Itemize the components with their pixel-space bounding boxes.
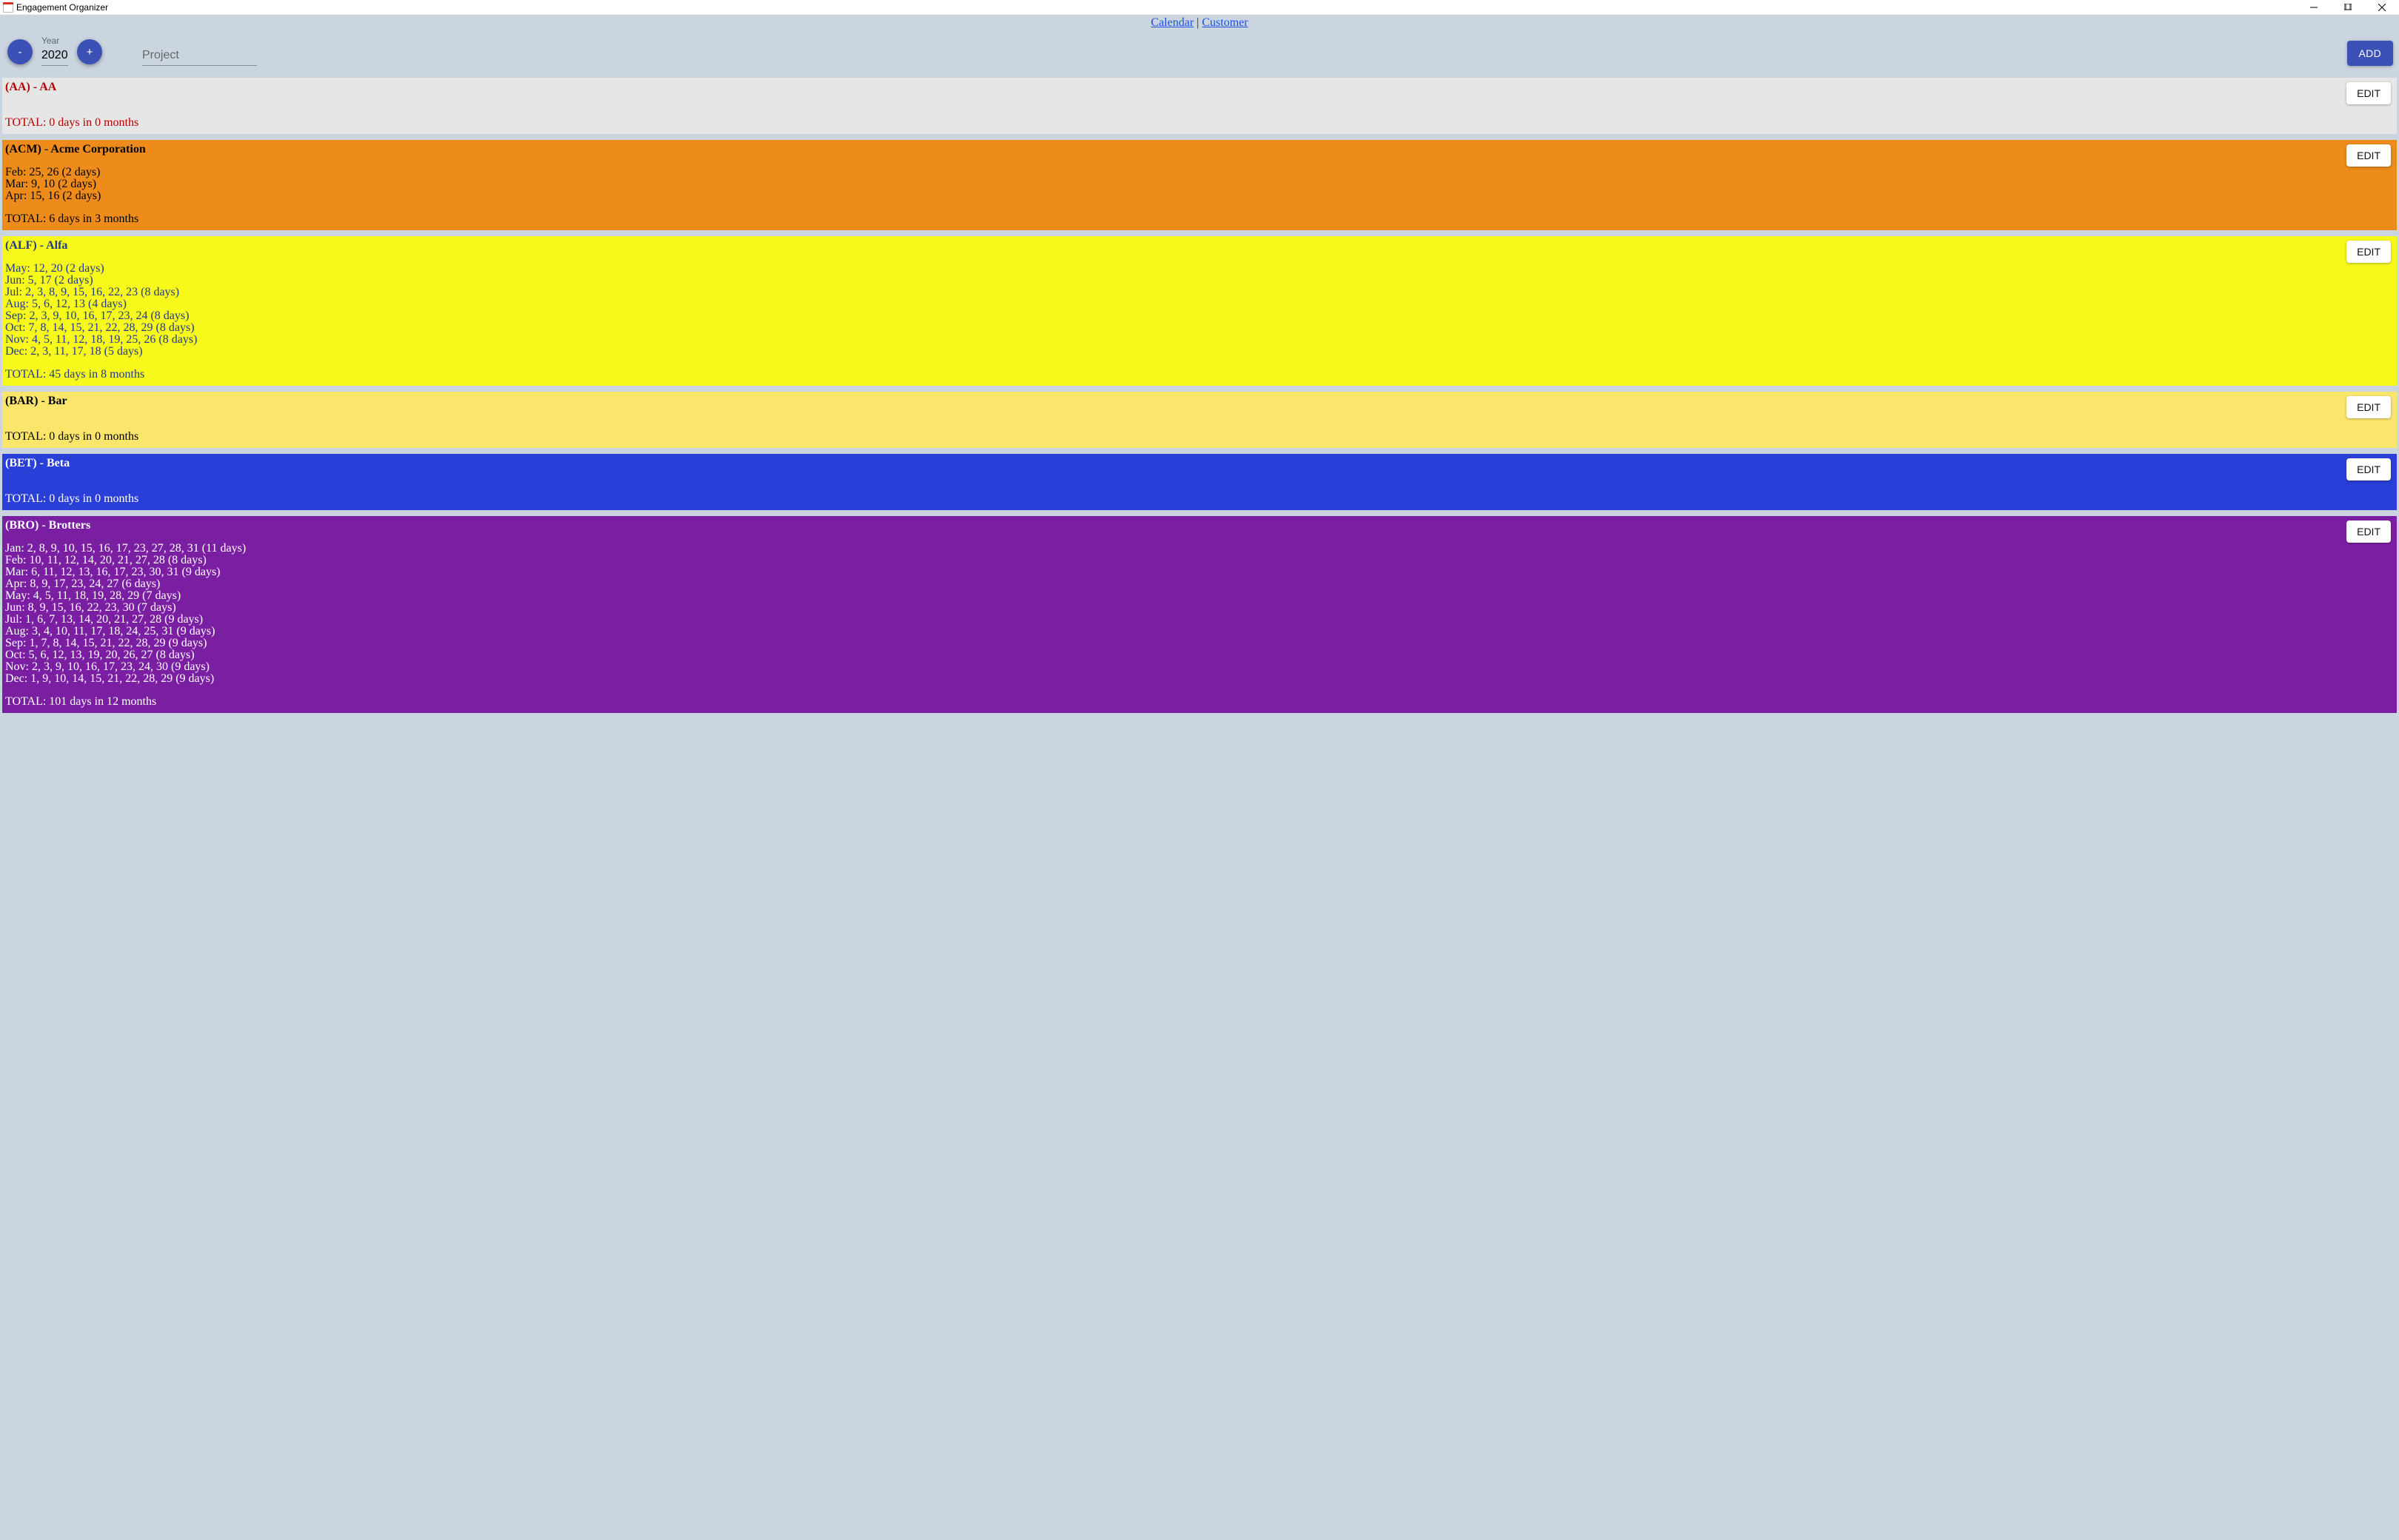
month-line: Oct: 5, 6, 12, 13, 19, 20, 26, 27 (8 day… bbox=[5, 649, 2392, 661]
month-line: Jul: 2, 3, 8, 9, 15, 16, 22, 23 (8 days) bbox=[5, 287, 2392, 298]
month-line: Jul: 1, 6, 7, 13, 14, 20, 21, 27, 28 (9 … bbox=[5, 614, 2392, 626]
edit-button[interactable]: EDIT bbox=[2346, 396, 2391, 418]
year-input[interactable] bbox=[41, 46, 68, 66]
close-icon bbox=[2378, 4, 2386, 11]
titlebar-left: Engagement Organizer bbox=[3, 2, 108, 13]
nav-link-customer[interactable]: Customer bbox=[1202, 16, 1248, 29]
month-line: May: 12, 20 (2 days) bbox=[5, 263, 2392, 275]
month-line: Jun: 8, 9, 15, 16, 22, 23, 30 (7 days) bbox=[5, 602, 2392, 614]
customer-title: (AA) - AA bbox=[5, 81, 2392, 94]
maximize-button[interactable] bbox=[2331, 0, 2365, 15]
customer-months: Jan: 2, 8, 9, 10, 15, 16, 17, 23, 27, 28… bbox=[5, 543, 2392, 685]
app-root: Calendar | Customer - Year + ADD (AA) - … bbox=[0, 15, 2399, 1540]
month-line: Dec: 2, 3, 11, 17, 18 (5 days) bbox=[5, 346, 2392, 358]
customer-months: May: 12, 20 (2 days)Jun: 5, 17 (2 days)J… bbox=[5, 263, 2392, 358]
customer-total: TOTAL: 0 days in 0 months bbox=[5, 430, 2392, 443]
year-increment-button[interactable]: + bbox=[77, 39, 102, 64]
customer-months: Feb: 25, 26 (2 days)Mar: 9, 10 (2 days)A… bbox=[5, 167, 2392, 202]
month-line: Mar: 6, 11, 12, 13, 16, 17, 23, 30, 31 (… bbox=[5, 566, 2392, 578]
add-button[interactable]: ADD bbox=[2347, 41, 2393, 66]
month-line: Aug: 3, 4, 10, 11, 17, 18, 24, 25, 31 (9… bbox=[5, 626, 2392, 637]
window-title: Engagement Organizer bbox=[16, 2, 108, 13]
customer-title: (ACM) - Acme Corporation bbox=[5, 143, 2392, 156]
edit-button[interactable]: EDIT bbox=[2346, 144, 2391, 167]
window-controls bbox=[2297, 0, 2399, 15]
edit-button[interactable]: EDIT bbox=[2346, 520, 2391, 543]
edit-button[interactable]: EDIT bbox=[2346, 82, 2391, 104]
project-input[interactable] bbox=[142, 46, 257, 66]
maximize-icon bbox=[2344, 4, 2352, 11]
close-button[interactable] bbox=[2365, 0, 2399, 15]
year-field: Year bbox=[41, 36, 68, 66]
customer-title: (BET) - Beta bbox=[5, 457, 2392, 470]
customer-card: (BET) - BetaEDIT TOTAL: 0 days in 0 month… bbox=[2, 454, 2397, 510]
month-line: Nov: 4, 5, 11, 12, 18, 19, 25, 26 (8 day… bbox=[5, 334, 2392, 346]
customer-card: (ALF) - AlfaEDITMay: 12, 20 (2 days)Jun:… bbox=[2, 236, 2397, 386]
month-line: Nov: 2, 3, 9, 10, 16, 17, 23, 24, 30 (9 … bbox=[5, 661, 2392, 673]
minimize-icon bbox=[2310, 4, 2318, 11]
month-line: Aug: 5, 6, 12, 13 (4 days) bbox=[5, 298, 2392, 310]
app-icon bbox=[3, 2, 13, 13]
month-line: May: 4, 5, 11, 18, 19, 28, 29 (7 days) bbox=[5, 590, 2392, 602]
customer-card: (BRO) - BrottersEDITJan: 2, 8, 9, 10, 15… bbox=[2, 516, 2397, 713]
customer-title: (BRO) - Brotters bbox=[5, 519, 2392, 532]
top-nav: Calendar | Customer bbox=[0, 15, 2399, 30]
edit-button[interactable]: EDIT bbox=[2346, 241, 2391, 263]
month-line: Feb: 25, 26 (2 days) bbox=[5, 167, 2392, 178]
customer-title: (BAR) - Bar bbox=[5, 395, 2392, 408]
month-line: Apr: 8, 9, 17, 23, 24, 27 (6 days) bbox=[5, 578, 2392, 590]
toolbar-left: - Year + bbox=[7, 36, 257, 66]
customer-title: (ALF) - Alfa bbox=[5, 239, 2392, 252]
customer-total: TOTAL: 0 days in 0 months bbox=[5, 116, 2392, 130]
nav-link-calendar[interactable]: Calendar bbox=[1151, 16, 1194, 29]
window-titlebar: Engagement Organizer bbox=[0, 0, 2399, 15]
customer-card: (AA) - AAEDIT TOTAL: 0 days in 0 months bbox=[2, 78, 2397, 134]
month-line: Jan: 2, 8, 9, 10, 15, 16, 17, 23, 27, 28… bbox=[5, 543, 2392, 555]
customer-total: TOTAL: 6 days in 3 months bbox=[5, 212, 2392, 226]
customer-total: TOTAL: 0 days in 0 months bbox=[5, 492, 2392, 506]
customer-card: (BAR) - BarEDIT TOTAL: 0 days in 0 months bbox=[2, 392, 2397, 448]
month-line: Sep: 2, 3, 9, 10, 16, 17, 23, 24 (8 days… bbox=[5, 310, 2392, 322]
month-line: Dec: 1, 9, 10, 14, 15, 21, 22, 28, 29 (9… bbox=[5, 673, 2392, 685]
toolbar: - Year + ADD bbox=[0, 30, 2399, 78]
month-line: Mar: 9, 10 (2 days) bbox=[5, 178, 2392, 190]
year-label: Year bbox=[41, 36, 68, 46]
edit-button[interactable]: EDIT bbox=[2346, 458, 2391, 481]
month-line: Sep: 1, 7, 8, 14, 15, 21, 22, 28, 29 (9 … bbox=[5, 637, 2392, 649]
minimize-button[interactable] bbox=[2297, 0, 2331, 15]
month-line: Apr: 15, 16 (2 days) bbox=[5, 190, 2392, 202]
month-line: Oct: 7, 8, 14, 15, 21, 22, 28, 29 (8 day… bbox=[5, 322, 2392, 334]
content-wrap: (AA) - AAEDITTOTAL: 0 days in 0 months(A… bbox=[0, 78, 2399, 1540]
customer-card: (ACM) - Acme CorporationEDITFeb: 25, 26 … bbox=[2, 140, 2397, 230]
project-field bbox=[142, 46, 257, 66]
month-line: Jun: 5, 17 (2 days) bbox=[5, 275, 2392, 287]
customer-list[interactable]: (AA) - AAEDITTOTAL: 0 days in 0 months(A… bbox=[0, 78, 2399, 1540]
month-line: Feb: 10, 11, 12, 14, 20, 21, 27, 28 (8 d… bbox=[5, 555, 2392, 566]
customer-total: TOTAL: 45 days in 8 months bbox=[5, 368, 2392, 381]
year-decrement-button[interactable]: - bbox=[7, 39, 33, 64]
customer-total: TOTAL: 101 days in 12 months bbox=[5, 695, 2392, 709]
